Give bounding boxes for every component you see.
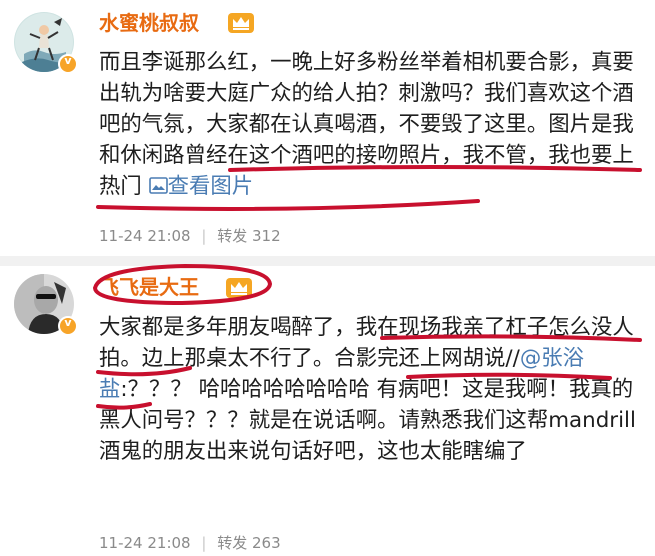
repost-count: 263 bbox=[252, 534, 281, 552]
post-meta: 11-24 21:08 | 转发 263 bbox=[99, 532, 281, 553]
post-meta: 11-24 21:08 | 转发 312 bbox=[99, 225, 281, 246]
repost-count: 312 bbox=[252, 227, 281, 245]
comment-text: 大家都是多年朋友喝醉了，我在现场我亲了杠子怎么没人拍。边上那桌太不行了。合影完还… bbox=[99, 312, 647, 522]
crown-icon bbox=[228, 13, 254, 33]
repost-label[interactable]: 转发 bbox=[217, 227, 247, 245]
username[interactable]: 水蜜桃叔叔 bbox=[99, 10, 199, 36]
crown-icon bbox=[226, 278, 252, 298]
verified-icon bbox=[58, 54, 78, 74]
picture-icon bbox=[148, 177, 168, 194]
timestamp: 11-24 21:08 bbox=[99, 227, 191, 245]
meta-separator: | bbox=[201, 534, 207, 552]
meta-separator: | bbox=[201, 227, 207, 245]
comment-item: 水蜜桃叔叔 而且李诞那么红，一晚上好多粉丝举着相机要合影，真要出轨为啥要大庭广众… bbox=[0, 0, 655, 262]
comment-text: 而且李诞那么红，一晚上好多粉丝举着相机要合影，真要出轨为啥要大庭广众的给人拍？刺… bbox=[99, 47, 647, 215]
comment-text-part2: :？？？ 哈哈哈哈哈哈哈哈 有病吧！这是我啊！我真的黑人问号？？？就是在说话啊。… bbox=[99, 377, 636, 464]
comment-item: 飞飞是大王 大家都是多年朋友喝醉了，我在现场我亲了杠子怎么没人拍。边上那桌太不行… bbox=[0, 262, 655, 556]
view-pictures-label[interactable]: 查看图片 bbox=[168, 174, 254, 199]
verified-icon bbox=[58, 316, 78, 336]
repost-label[interactable]: 转发 bbox=[217, 534, 247, 552]
username[interactable]: 飞飞是大王 bbox=[99, 274, 199, 300]
timestamp: 11-24 21:08 bbox=[99, 534, 191, 552]
view-pictures-link[interactable]: 查看图片 bbox=[148, 174, 254, 199]
